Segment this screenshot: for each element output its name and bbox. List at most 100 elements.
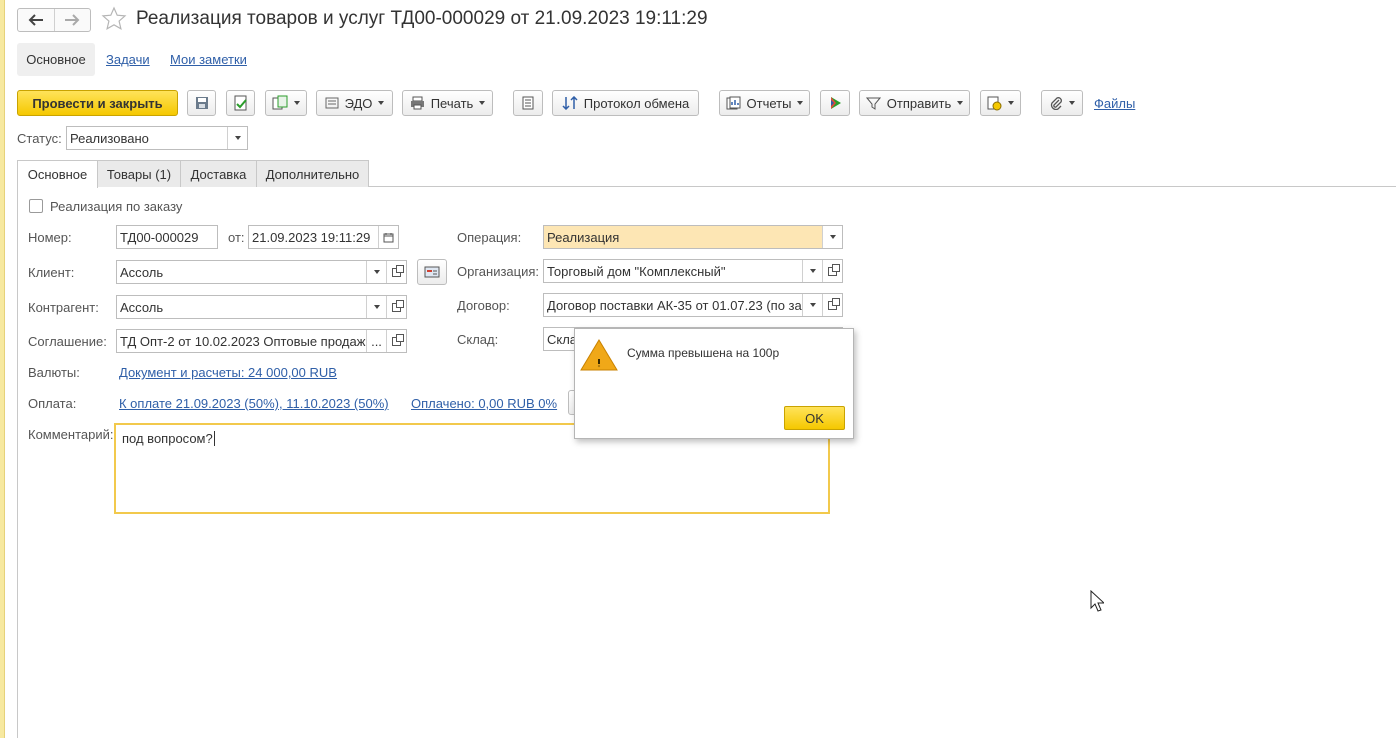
open-icon xyxy=(828,297,840,310)
status-value: Реализовано xyxy=(70,130,149,146)
reports-icon xyxy=(726,96,741,110)
dropdown-button[interactable] xyxy=(366,261,386,283)
files-link[interactable]: Файлы xyxy=(1094,96,1135,111)
client-card-button[interactable] xyxy=(417,259,447,285)
chevron-down-icon xyxy=(294,101,300,105)
chevron-down-icon xyxy=(957,101,964,105)
dropdown-button[interactable] xyxy=(227,127,247,149)
status-select[interactable]: Реализовано xyxy=(66,126,248,150)
agreement-field[interactable]: ТД Опт-2 от 10.02.2023 Оптовые продаж ..… xyxy=(116,329,407,353)
chevron-down-icon xyxy=(234,136,241,140)
by-order-label: Реализация по заказу xyxy=(50,199,183,214)
calendar-button[interactable] xyxy=(378,226,398,248)
warning-dialog: Сумма превышена на 100р OK xyxy=(574,328,854,439)
chevron-down-icon xyxy=(373,270,380,274)
paid-link[interactable]: Оплачено: 0,00 RUB 0% xyxy=(411,396,557,411)
reports-label: Отчеты xyxy=(746,95,792,111)
chevron-down-icon xyxy=(809,303,816,307)
number-field[interactable]: ТД00-000029 xyxy=(116,225,218,249)
save-button[interactable] xyxy=(187,90,216,116)
dropdown-button[interactable] xyxy=(366,296,386,318)
operation-value: Реализация xyxy=(547,229,620,245)
tab-main[interactable]: Основное xyxy=(17,43,95,76)
favorite-star-icon[interactable] xyxy=(101,6,127,32)
form-tab-additional[interactable]: Дополнительно xyxy=(256,160,369,187)
edo-icon xyxy=(325,97,339,109)
chevron-down-icon xyxy=(829,235,836,239)
agreement-label: Соглашение: xyxy=(28,334,107,349)
save-icon xyxy=(195,97,208,109)
list-icon xyxy=(522,96,534,110)
ok-button[interactable]: OK xyxy=(784,406,845,430)
status-label: Статус: xyxy=(17,131,62,146)
dropdown-button[interactable] xyxy=(822,226,842,248)
warehouse-label: Склад: xyxy=(457,332,499,347)
dialog-message: Сумма превышена на 100р xyxy=(627,346,780,360)
play-icon xyxy=(831,97,841,109)
print-label: Печать xyxy=(430,95,474,111)
edo-button[interactable]: ЭДО xyxy=(316,90,393,116)
content-border xyxy=(17,186,18,738)
tab-notes[interactable]: Мои заметки xyxy=(170,52,247,67)
attach-button[interactable] xyxy=(1041,90,1083,116)
text-cursor xyxy=(213,431,215,446)
reports-button[interactable]: Отчеты xyxy=(719,90,810,116)
protocol-label: Протокол обмена xyxy=(583,95,690,111)
counterparty-value: Ассоль xyxy=(120,299,164,315)
print-button[interactable]: Печать xyxy=(402,90,493,116)
forward-button[interactable] xyxy=(53,9,91,31)
document-clock-icon xyxy=(987,96,1002,110)
dropdown-button[interactable] xyxy=(802,294,822,316)
counterparty-label: Контрагент: xyxy=(28,300,99,315)
chevron-down-icon xyxy=(797,101,804,105)
send-button[interactable]: Отправить xyxy=(859,90,970,116)
contract-field[interactable]: Договор поставки АК-35 от 01.07.23 (по з… xyxy=(543,293,843,317)
from-label: от: xyxy=(228,230,245,245)
operation-select[interactable]: Реализация xyxy=(543,225,843,249)
create-based-icon xyxy=(272,95,288,110)
payment-schedule-link[interactable]: К оплате 21.09.2023 (50%), 11.10.2023 (5… xyxy=(119,396,389,411)
form-tab-main[interactable]: Основное xyxy=(17,160,98,188)
open-icon xyxy=(828,263,840,276)
post-button[interactable] xyxy=(226,90,255,116)
open-button[interactable] xyxy=(386,330,406,352)
send-icon xyxy=(865,97,881,110)
mouse-pointer-icon xyxy=(1090,589,1106,615)
exchange-protocol-button[interactable]: Протокол обмена xyxy=(552,90,699,116)
chevron-down-icon xyxy=(1008,101,1014,105)
open-button[interactable] xyxy=(386,296,406,318)
back-button[interactable] xyxy=(18,9,54,31)
client-field[interactable]: Ассоль xyxy=(116,260,407,284)
dropdown-button[interactable] xyxy=(802,260,822,282)
chevron-down-icon xyxy=(479,101,486,105)
more-actions-button[interactable] xyxy=(980,90,1021,116)
currency-link[interactable]: Документ и расчеты: 24 000,00 RUB xyxy=(119,365,337,380)
select-more-button[interactable]: ... xyxy=(366,330,386,352)
form-tab-goods[interactable]: Товары (1) xyxy=(97,160,181,187)
org-label: Организация: xyxy=(457,264,540,279)
warning-icon xyxy=(579,338,619,375)
open-icon xyxy=(392,333,404,346)
counterparty-field[interactable]: Ассоль xyxy=(116,295,407,319)
date-field[interactable]: 21.09.2023 19:11:29 xyxy=(248,225,399,249)
post-and-close-button[interactable]: Провести и закрыть xyxy=(17,90,178,116)
open-button[interactable] xyxy=(822,260,842,282)
send-edi-button[interactable] xyxy=(820,90,850,116)
open-button[interactable] xyxy=(386,261,406,283)
contract-value: Договор поставки АК-35 от 01.07.23 (по з… xyxy=(547,297,802,313)
journal-button[interactable] xyxy=(513,90,543,116)
client-value: Ассоль xyxy=(120,264,164,280)
date-value: 21.09.2023 19:11:29 xyxy=(252,229,371,245)
chevron-down-icon xyxy=(378,101,385,105)
tab-tasks[interactable]: Задачи xyxy=(106,52,150,67)
org-field[interactable]: Торговый дом "Комплексный" xyxy=(543,259,843,283)
page-title: Реализация товаров и услуг ТД00-000029 о… xyxy=(136,8,708,29)
chevron-down-icon xyxy=(809,269,816,273)
by-order-checkbox[interactable] xyxy=(29,199,43,213)
create-based-on-button[interactable] xyxy=(265,90,307,116)
form-tab-delivery[interactable]: Доставка xyxy=(180,160,257,187)
number-label: Номер: xyxy=(28,230,72,245)
open-button[interactable] xyxy=(822,294,842,316)
chevron-down-icon xyxy=(1069,101,1075,105)
history-nav xyxy=(17,8,91,32)
